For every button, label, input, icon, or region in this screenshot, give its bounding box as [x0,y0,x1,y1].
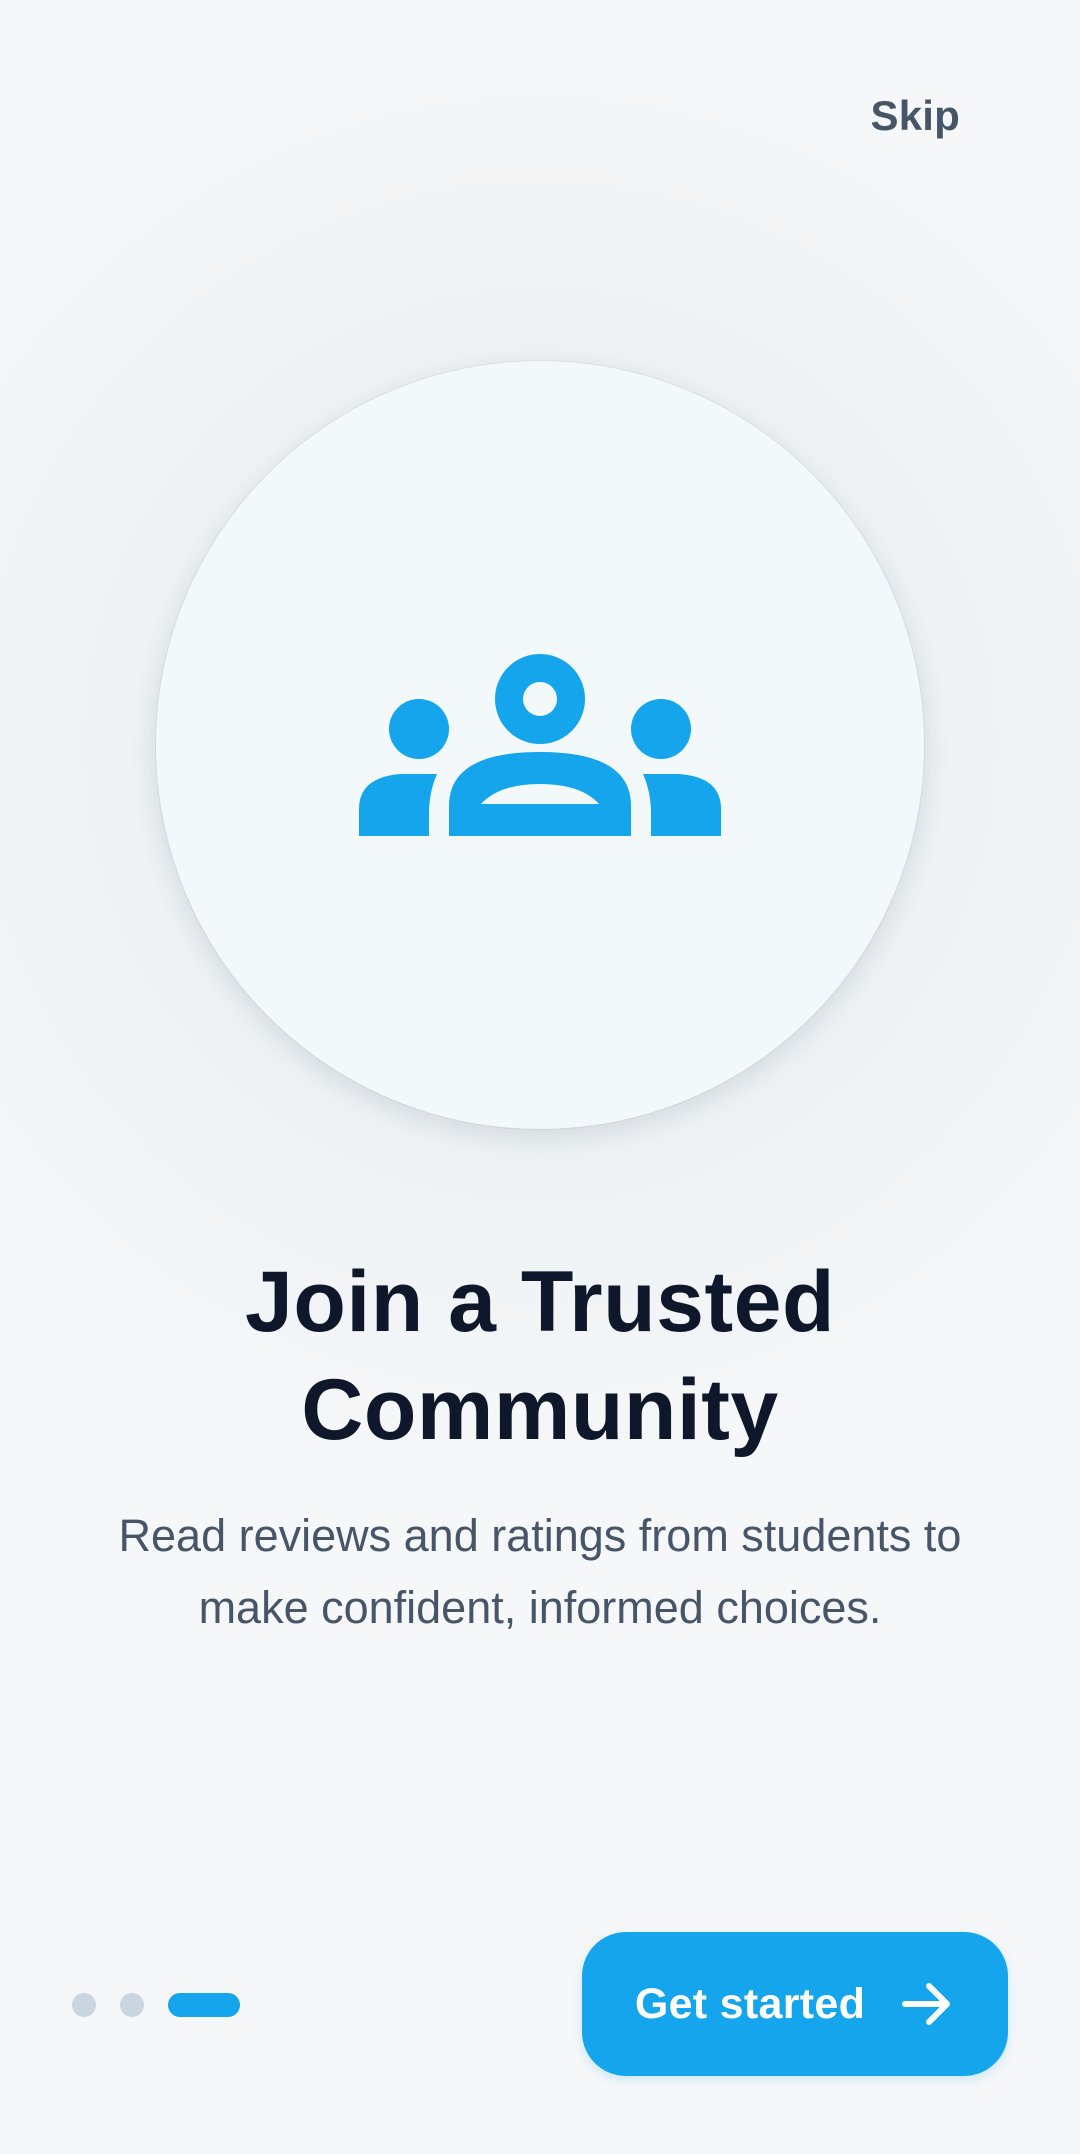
arrow-right-icon [902,1983,951,2025]
title-line-2: Community [301,1362,779,1458]
get-started-label: Get started [634,1979,866,2028]
onboarding-screen: Skip Join a Trusted Community Read revie… [0,0,1080,2154]
subtitle-line-1: Read reviews and ratings from students t… [118,1510,962,1561]
page-dot-1[interactable] [72,1993,96,2017]
page-dot-2[interactable] [120,1993,144,2017]
get-started-button[interactable]: Get started [582,1932,1008,2076]
subtitle-line-2: make confident, informed choices. [198,1582,882,1633]
community-group-icon [359,654,721,836]
skip-button[interactable]: Skip [871,95,961,137]
page-dot-3-active[interactable] [168,1993,240,2017]
page-subtitle: Read reviews and ratings from students t… [70,1500,1010,1644]
page-indicator [72,1993,240,2017]
hero-illustration [156,361,924,1129]
title-line-1: Join a Trusted [244,1254,836,1350]
page-title: Join a Trusted Community [60,1248,1020,1464]
